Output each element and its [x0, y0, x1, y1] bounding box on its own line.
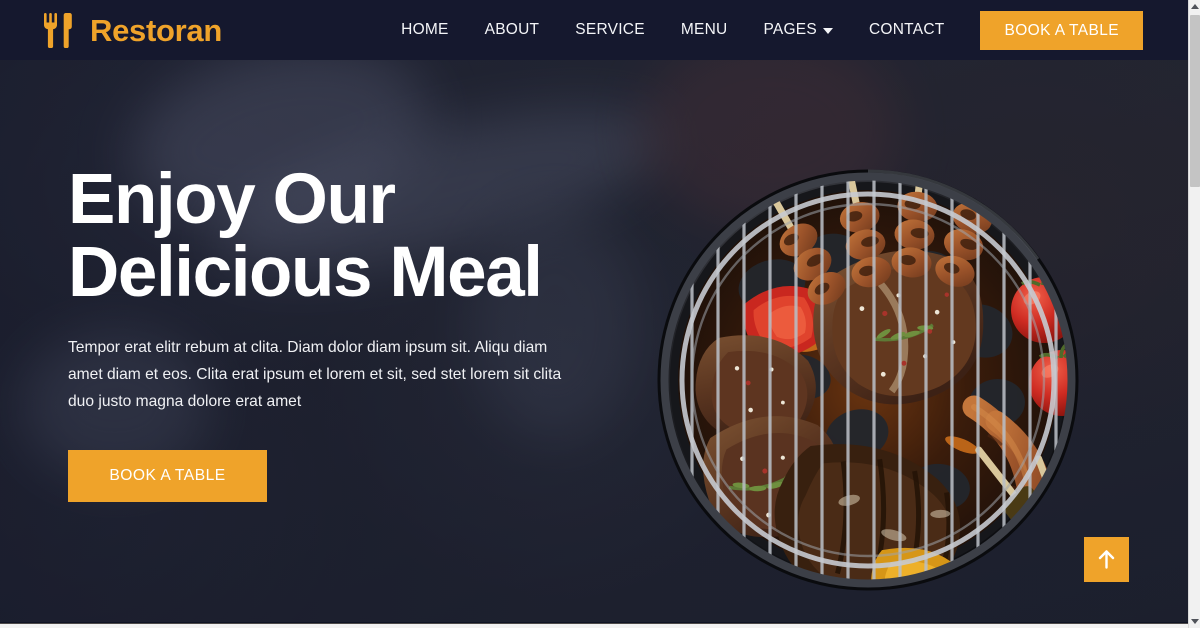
hero-title: Enjoy Our Delicious Meal — [68, 163, 628, 309]
scroll-up-arrow-icon[interactable] — [1189, 0, 1200, 13]
hero-section: Enjoy Our Delicious Meal Tempor erat eli… — [0, 60, 1188, 622]
back-to-top-button[interactable] — [1084, 537, 1129, 582]
nav-item-service[interactable]: SERVICE — [557, 22, 663, 38]
hero-grill-image — [652, 135, 1084, 622]
arrow-up-icon — [1098, 550, 1115, 569]
nav-item-home[interactable]: HOME — [383, 22, 467, 38]
nav-item-about[interactable]: ABOUT — [467, 22, 558, 38]
main-navbar: Restoran HOME ABOUT SERVICE MENU PAGES C… — [0, 0, 1188, 60]
hero-title-line-2: Delicious Meal — [68, 233, 543, 313]
fork-knife-icon — [42, 12, 76, 48]
page-bottom-divider — [0, 623, 1188, 624]
nav-item-service-label: SERVICE — [575, 21, 645, 39]
hero-paragraph: Tempor erat elitr rebum at clita. Diam d… — [68, 339, 562, 410]
brand-logo[interactable]: Restoran — [42, 12, 222, 48]
nav-item-contact[interactable]: CONTACT — [851, 22, 963, 38]
nav-item-pages[interactable]: PAGES — [745, 22, 851, 38]
page-root: Restoran HOME ABOUT SERVICE MENU PAGES C… — [0, 0, 1200, 628]
nav-item-home-label: HOME — [401, 21, 449, 39]
page-bottom-edge — [0, 624, 1188, 628]
nav-item-menu[interactable]: MENU — [663, 22, 746, 38]
nav-item-pages-label: PAGES — [763, 21, 817, 39]
nav-item-contact-label: CONTACT — [868, 21, 945, 39]
brand-name: Restoran — [90, 12, 222, 48]
nav-links: HOME ABOUT SERVICE MENU PAGES CONTACT BO… — [383, 10, 1188, 50]
hero-copy: Enjoy Our Delicious Meal Tempor erat eli… — [68, 163, 628, 502]
scroll-down-arrow-icon[interactable] — [1189, 615, 1200, 628]
nav-item-about-label: ABOUT — [484, 21, 540, 39]
hero-title-line-1: Enjoy Our — [68, 160, 396, 239]
scrollbar-thumb[interactable] — [1190, 15, 1200, 187]
vertical-scrollbar[interactable] — [1188, 0, 1200, 628]
nav-item-menu-label: MENU — [680, 21, 728, 39]
navbar-book-a-table-button[interactable]: BOOK A TABLE — [980, 10, 1143, 50]
chevron-down-icon — [822, 28, 833, 34]
hero-book-a-table-button[interactable]: BOOK A TABLE — [68, 449, 267, 502]
